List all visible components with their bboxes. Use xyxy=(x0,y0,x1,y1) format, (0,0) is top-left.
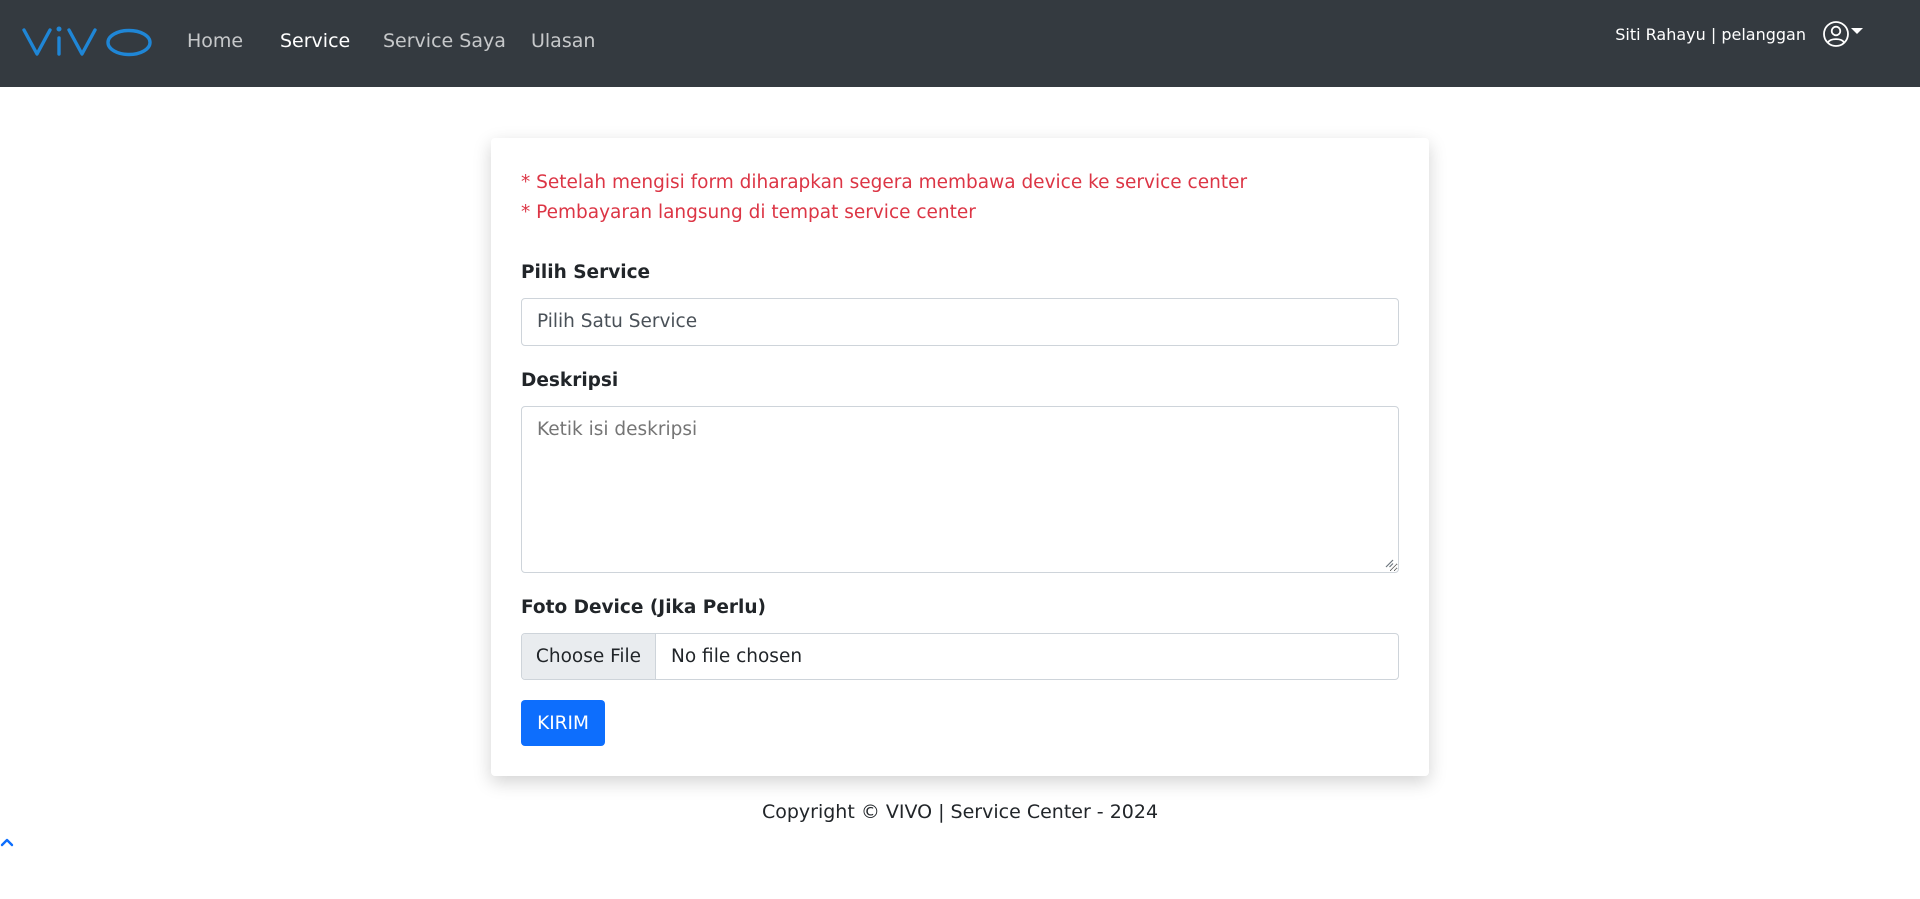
user-menu[interactable]: Siti Rahayu | pelanggan xyxy=(1615,20,1850,48)
photo-label: Foto Device (Jika Perlu) xyxy=(521,597,766,618)
user-label: Siti Rahayu | pelanggan xyxy=(1615,24,1806,44)
nav-ulasan[interactable]: Ulasan xyxy=(531,30,595,52)
footer-copyright: Copyright © VIVO | Service Center - 2024 xyxy=(761,801,1159,823)
nav-service-saya[interactable]: Service Saya xyxy=(383,30,506,52)
nav-home[interactable]: Home xyxy=(187,30,243,52)
service-select[interactable]: Pilih Satu Service xyxy=(521,298,1399,346)
file-status-text: No file chosen xyxy=(671,646,803,667)
nav-service[interactable]: Service xyxy=(280,30,350,52)
caret-down-icon[interactable] xyxy=(1851,28,1863,34)
description-label: Deskripsi xyxy=(521,370,619,391)
vivo-logo[interactable] xyxy=(22,18,154,62)
resize-handle-icon[interactable] xyxy=(1384,558,1394,568)
service-label: Pilih Service xyxy=(521,262,651,283)
submit-button[interactable]: KIRIM xyxy=(521,700,605,746)
user-circle-icon xyxy=(1823,21,1849,47)
form-note-2: * Pembayaran langsung di tempat service … xyxy=(521,202,976,223)
photo-file-input[interactable]: Choose File No file chosen xyxy=(521,633,1399,680)
description-textarea[interactable] xyxy=(521,406,1399,573)
top-navbar: Home Service Service Saya Ulasan Siti Ra… xyxy=(0,0,1920,87)
chevron-up-icon[interactable] xyxy=(0,836,14,848)
form-note-1: * Setelah mengisi form diharapkan segera… xyxy=(521,172,1248,193)
choose-file-button[interactable]: Choose File xyxy=(522,634,656,679)
service-form-card: * Setelah mengisi form diharapkan segera… xyxy=(491,138,1429,776)
